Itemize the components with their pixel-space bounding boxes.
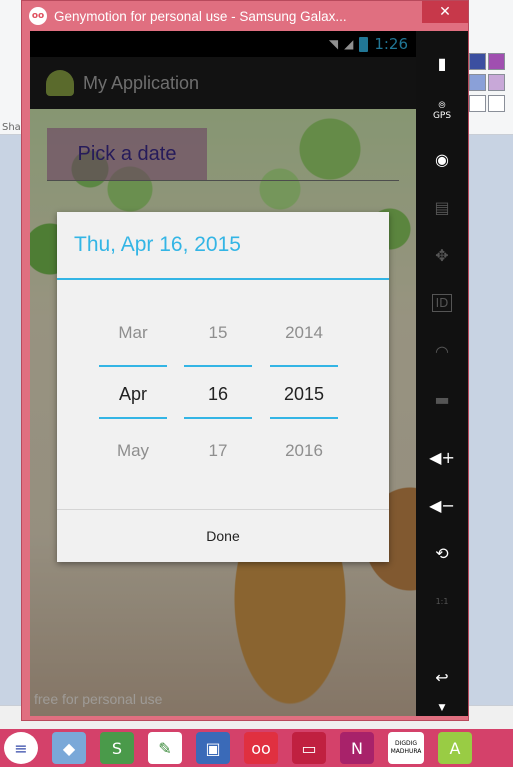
window-close-button[interactable]: ✕ bbox=[422, 1, 468, 23]
volume-up-icon: ◀+ bbox=[429, 447, 455, 467]
taskbar-app-notepadpp[interactable]: ✎ bbox=[148, 732, 182, 764]
message-icon: ▬ bbox=[434, 389, 450, 409]
notepad-icon: ✎ bbox=[158, 738, 172, 758]
dpad-button[interactable]: ✥ bbox=[416, 233, 468, 277]
taskbar-app-badge[interactable]: DIGDIG MADHURA bbox=[388, 732, 424, 764]
rotate-button[interactable]: ⟲ bbox=[416, 531, 468, 575]
day-next[interactable]: 17 bbox=[184, 419, 252, 483]
day-spinner[interactable]: 15 16 17 bbox=[184, 301, 252, 483]
taskbar-app-android-studio[interactable]: A bbox=[438, 732, 472, 764]
done-button[interactable]: Done bbox=[57, 510, 389, 562]
date-picker-dialog: Thu, Apr 16, 2015 Mar Apr May 15 16 17 2… bbox=[57, 212, 389, 562]
dialog-title: Thu, Apr 16, 2015 bbox=[57, 212, 389, 280]
presentation-icon: ▭ bbox=[301, 738, 317, 758]
volume-down-icon: ◀− bbox=[429, 495, 455, 515]
back-button[interactable]: ↩ bbox=[416, 655, 468, 699]
year-prev[interactable]: 2014 bbox=[270, 301, 338, 365]
move-icon: ✥ bbox=[435, 245, 449, 265]
taskbar-app-onenote[interactable]: N bbox=[340, 732, 374, 764]
genymotion-window: oo Genymotion for personal use - Samsung… bbox=[21, 0, 469, 721]
year-spinner[interactable]: 2014 2015 2016 bbox=[270, 301, 338, 483]
taskbar-app-virtualbox[interactable]: ▣ bbox=[196, 732, 230, 764]
year-current[interactable]: 2015 bbox=[270, 365, 338, 419]
back-icon: ↩ bbox=[435, 667, 449, 687]
taskbar-app-cube[interactable]: ◆ bbox=[52, 732, 86, 764]
webcam-icon: ◉ bbox=[435, 149, 449, 169]
taskbar-app-sts[interactable]: S bbox=[100, 732, 134, 764]
camera-button[interactable]: ◉ bbox=[416, 137, 468, 181]
device-id-button[interactable]: ID bbox=[416, 281, 468, 325]
color-swatch[interactable] bbox=[469, 95, 486, 112]
clapperboard-icon: ▤ bbox=[434, 197, 450, 217]
day-prev[interactable]: 15 bbox=[184, 301, 252, 365]
month-current[interactable]: Apr bbox=[99, 365, 167, 419]
android-studio-icon: A bbox=[449, 738, 461, 758]
onenote-icon: N bbox=[351, 738, 363, 758]
rss-icon: ◠ bbox=[435, 341, 449, 361]
gps-button[interactable]: ⦾ GPS bbox=[416, 89, 468, 133]
rotate-icon: ⟲ bbox=[435, 543, 449, 563]
month-spinner[interactable]: Mar Apr May bbox=[99, 301, 167, 483]
background-ribbon-text: Sha bbox=[2, 122, 21, 133]
volume-up-button[interactable]: ◀+ bbox=[416, 435, 468, 479]
screencast-button[interactable]: ▤ bbox=[416, 185, 468, 229]
android-screen: ◥ ◢ 1:26 My Application Pick a date free… bbox=[30, 31, 416, 716]
taskbar-app-genymotion[interactable]: oo bbox=[244, 732, 278, 764]
genymotion-toolbar: ▮ ⦾ GPS ◉ ▤ ✥ ID ◠ ▬ ◀+ ◀− ⟲ 1:1 ↩ ▼ bbox=[416, 31, 468, 716]
genymotion-icon: oo bbox=[251, 738, 271, 758]
close-icon: ✕ bbox=[439, 4, 451, 20]
month-prev[interactable]: Mar bbox=[99, 301, 167, 365]
gps-label: GPS bbox=[432, 111, 452, 121]
s-icon: S bbox=[111, 738, 123, 758]
battery-widget-button[interactable]: ▮ bbox=[416, 41, 468, 85]
sms-button[interactable]: ▬ bbox=[416, 377, 468, 421]
virtualbox-icon: ▣ bbox=[205, 738, 221, 758]
month-next[interactable]: May bbox=[99, 419, 167, 483]
network-button[interactable]: ◠ bbox=[416, 329, 468, 373]
eclipse-icon: ≡ bbox=[14, 738, 28, 758]
color-swatch[interactable] bbox=[469, 53, 486, 70]
scale-label: 1:1 bbox=[435, 596, 449, 606]
day-current[interactable]: 16 bbox=[184, 365, 252, 419]
volume-down-button[interactable]: ◀− bbox=[416, 483, 468, 527]
scale-button[interactable]: 1:1 bbox=[416, 579, 468, 623]
color-swatch[interactable] bbox=[488, 53, 505, 70]
gps-icon: ⦾ bbox=[438, 101, 446, 111]
year-next[interactable]: 2016 bbox=[270, 419, 338, 483]
scroll-down-icon[interactable]: ▼ bbox=[416, 703, 468, 715]
color-swatch[interactable] bbox=[469, 74, 486, 91]
window-title: Genymotion for personal use - Samsung Ga… bbox=[54, 8, 347, 24]
taskbar-app-eclipse[interactable]: ≡ bbox=[4, 732, 38, 764]
window-titlebar[interactable]: oo Genymotion for personal use - Samsung… bbox=[22, 1, 468, 31]
genymotion-logo-icon: oo bbox=[29, 7, 47, 25]
taskbar-app-presentation[interactable]: ▭ bbox=[292, 732, 326, 764]
badge-text: DIGDIG MADHURA bbox=[390, 740, 422, 755]
color-swatch[interactable] bbox=[488, 95, 505, 112]
color-swatch[interactable] bbox=[488, 74, 505, 91]
taskbar: ≡ ◆ S ✎ ▣ oo ▭ N DIGDIG MADHURA A bbox=[0, 729, 513, 767]
id-label: ID bbox=[431, 294, 453, 312]
cube-icon: ◆ bbox=[62, 738, 76, 758]
battery-widget-icon: ▮ bbox=[437, 53, 447, 73]
